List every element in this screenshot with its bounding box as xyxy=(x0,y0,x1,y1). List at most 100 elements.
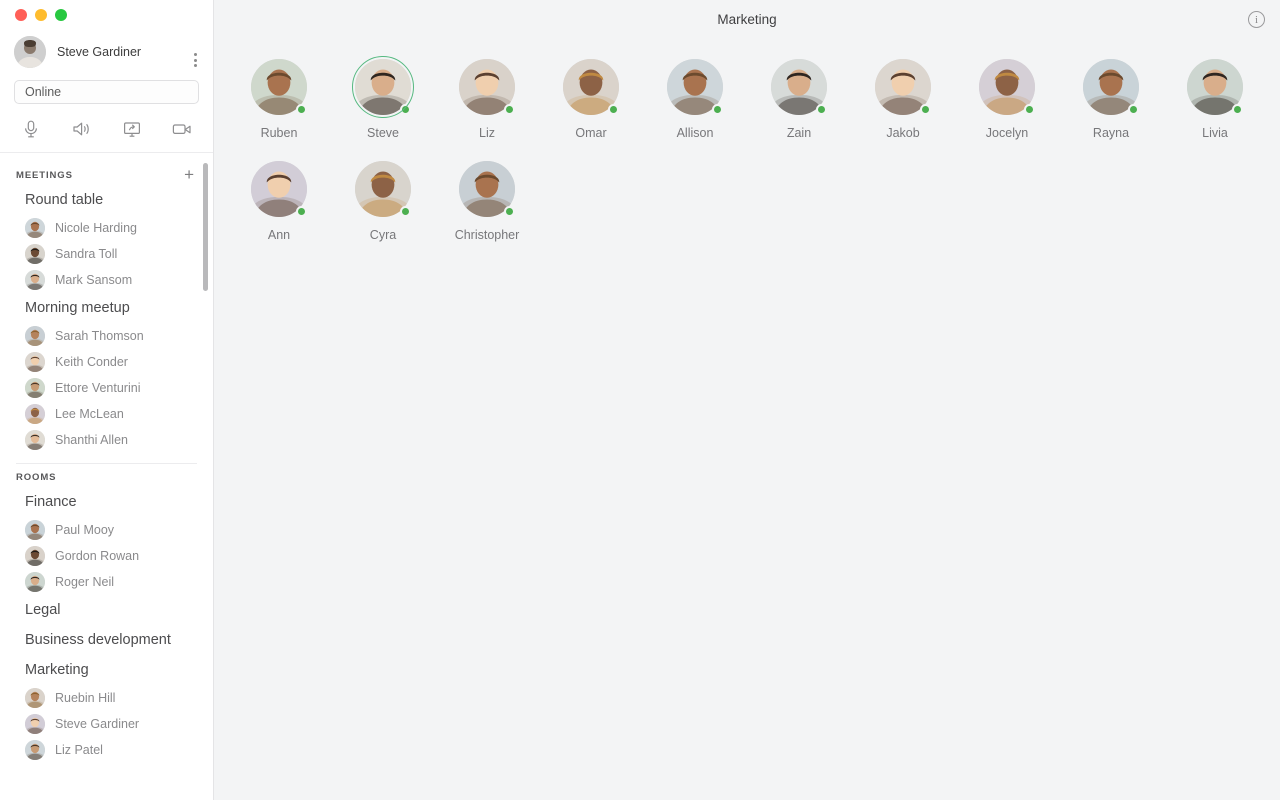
profile-avatar[interactable] xyxy=(14,36,46,68)
sidebar-group-title[interactable]: Business development xyxy=(0,625,213,655)
avatar-image xyxy=(25,404,45,424)
participant-name: Jakob xyxy=(886,126,920,140)
member-avatar xyxy=(25,352,45,372)
member-name: Roger Neil xyxy=(55,575,115,589)
sidebar-member-item[interactable]: Ettore Venturini xyxy=(0,375,213,401)
member-avatar xyxy=(25,688,45,708)
member-avatar xyxy=(25,218,45,238)
member-name: Paul Mooy xyxy=(55,523,115,537)
status-select[interactable]: Online xyxy=(14,80,199,104)
kebab-dot xyxy=(194,53,197,56)
participant-avatar-wrap xyxy=(456,56,518,118)
avatar-image xyxy=(25,430,45,450)
avatar-image xyxy=(25,218,45,238)
microphone-button[interactable] xyxy=(14,116,48,142)
avatar-image xyxy=(25,352,45,372)
page-title: Marketing xyxy=(717,11,777,27)
sidebar-member-item[interactable]: Shanthi Allen xyxy=(0,427,213,453)
status-value: Online xyxy=(25,85,62,99)
section-divider xyxy=(16,463,197,464)
sidebar-member-item[interactable]: Steve Gardiner xyxy=(0,711,213,737)
member-avatar xyxy=(25,740,45,760)
participant-tile[interactable]: Steve xyxy=(331,56,435,140)
window-minimize-button[interactable] xyxy=(35,9,47,21)
window-close-button[interactable] xyxy=(15,9,27,21)
participant-tile[interactable]: Omar xyxy=(539,56,643,140)
avatar-ring xyxy=(456,158,518,220)
avatar-image xyxy=(25,572,45,592)
member-name: Mark Sansom xyxy=(55,273,133,287)
avatar-ring xyxy=(976,56,1038,118)
sidebar-scroll-area: MEETINGS + Round table Nicole Harding Sandra… xyxy=(0,153,213,800)
member-name: Sarah Thomson xyxy=(55,329,144,343)
participant-tile[interactable]: Ann xyxy=(227,158,331,242)
member-avatar xyxy=(25,326,45,346)
sidebar-section-label: ROOMS xyxy=(16,472,57,483)
participant-tile[interactable]: Rayna xyxy=(1059,56,1163,140)
avatar-image xyxy=(14,36,46,68)
speaker-button[interactable] xyxy=(64,116,98,142)
sidebar-group-title[interactable]: Finance xyxy=(0,487,213,517)
sidebar-member-item[interactable]: Keith Conder xyxy=(0,349,213,375)
sidebar-group-title[interactable]: Legal xyxy=(0,595,213,625)
participant-avatar-wrap xyxy=(352,158,414,220)
participant-tile[interactable]: Livia xyxy=(1163,56,1267,140)
avatar-image xyxy=(25,688,45,708)
participant-tile[interactable]: Jakob xyxy=(851,56,955,140)
sidebar-member-item[interactable]: Liz Patel xyxy=(0,737,213,763)
participant-tile[interactable]: Cyra xyxy=(331,158,435,242)
sidebar-member-item[interactable]: Sandra Toll xyxy=(0,241,213,267)
participant-tile[interactable]: Jocelyn xyxy=(955,56,1059,140)
avatar-image xyxy=(25,740,45,760)
participant-name: Ann xyxy=(267,228,291,242)
participant-tile[interactable]: Allison xyxy=(643,56,747,140)
participant-name: Liz xyxy=(479,126,495,140)
member-avatar xyxy=(25,404,45,424)
screen-share-button[interactable] xyxy=(115,116,149,142)
sidebar-member-item[interactable]: Roger Neil xyxy=(0,569,213,595)
participant-name: Livia xyxy=(1202,126,1228,140)
main-content: Marketing i Ruben Steve Liz Omar Allison Zain… xyxy=(214,0,1280,800)
avatar-ring xyxy=(456,56,518,118)
sidebar-group-title[interactable]: Morning meetup xyxy=(0,293,213,323)
sidebar-member-item[interactable]: Mark Sansom xyxy=(0,267,213,293)
add-meeting-button[interactable]: + xyxy=(181,166,197,183)
avatar-ring xyxy=(248,158,310,220)
sidebar-member-item[interactable]: Sarah Thomson xyxy=(0,323,213,349)
window-zoom-button[interactable] xyxy=(55,9,67,21)
member-name: Liz Patel xyxy=(55,743,103,757)
profile-menu-button[interactable] xyxy=(190,49,201,71)
av-controls xyxy=(14,104,199,152)
participant-avatar-wrap xyxy=(768,56,830,118)
profile-name: Steve Gardiner xyxy=(57,45,142,59)
avatar-ring xyxy=(560,56,622,118)
sidebar-group-title[interactable]: Round table xyxy=(0,185,213,215)
video-camera-icon xyxy=(172,124,191,134)
member-avatar xyxy=(25,572,45,592)
participant-tile[interactable]: Zain xyxy=(747,56,851,140)
sidebar-member-item[interactable]: Lee McLean xyxy=(0,401,213,427)
participant-tile[interactable]: Christopher xyxy=(435,158,539,242)
microphone-icon xyxy=(25,120,37,138)
sidebar-member-item[interactable]: Paul Mooy xyxy=(0,517,213,543)
participant-name: Steve xyxy=(367,126,399,140)
member-name: Nicole Harding xyxy=(55,221,137,235)
participant-tile[interactable]: Ruben xyxy=(227,56,331,140)
sidebar-member-item[interactable]: Gordon Rowan xyxy=(0,543,213,569)
participant-tile[interactable]: Liz xyxy=(435,56,539,140)
member-avatar xyxy=(25,430,45,450)
sidebar-scrollbar-thumb[interactable] xyxy=(203,163,208,291)
active-speaker-ring xyxy=(352,56,414,118)
sidebar-member-item[interactable]: Ruebin Hill xyxy=(0,685,213,711)
video-camera-button[interactable] xyxy=(165,116,199,142)
profile-panel: Steve Gardiner xyxy=(0,30,213,72)
info-icon[interactable]: i xyxy=(1248,11,1265,28)
sidebar-member-item[interactable]: Nicole Harding xyxy=(0,215,213,241)
sidebar-section-header: MEETINGS + xyxy=(0,165,213,185)
participant-name: Christopher xyxy=(454,228,520,242)
participant-avatar-wrap xyxy=(352,56,414,118)
participant-name: Cyra xyxy=(369,228,397,242)
participant-name: Ruben xyxy=(260,126,298,140)
app-root: Steve Gardiner Online MEETINGS + Round t… xyxy=(0,0,1280,800)
sidebar-group-title[interactable]: Marketing xyxy=(0,655,213,685)
